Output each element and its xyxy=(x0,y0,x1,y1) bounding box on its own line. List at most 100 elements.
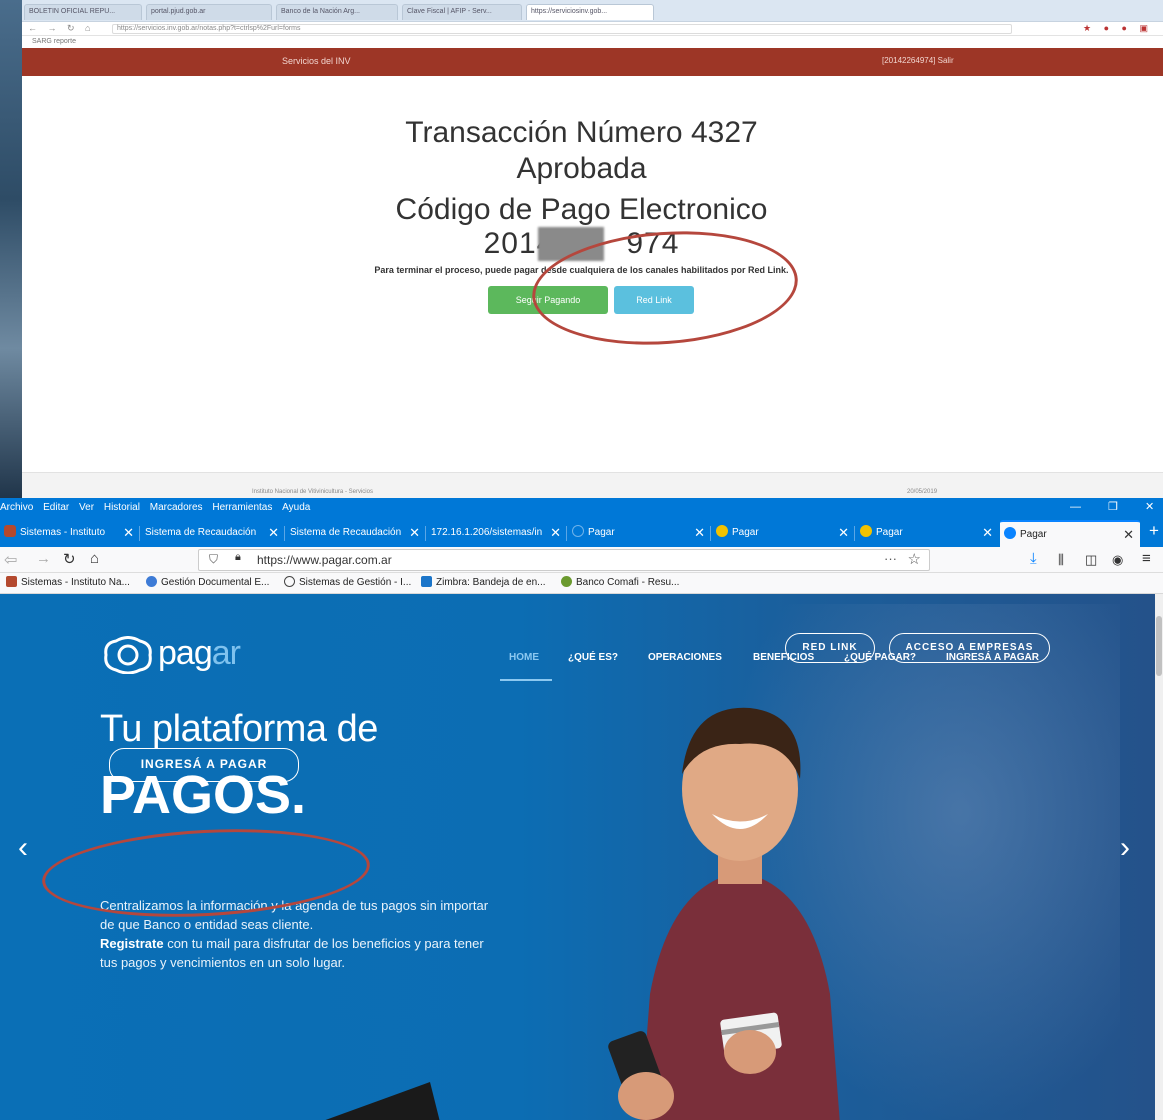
forward-icon[interactable]: → xyxy=(36,550,51,567)
nav-beneficios[interactable]: BENEFICIOS xyxy=(753,652,814,663)
bookmark-label: Banco Comafi - Resu... xyxy=(576,577,680,588)
browser-tab[interactable]: Pagar ✕ xyxy=(568,520,711,547)
bookmark-label: Sistemas - Instituto Na... xyxy=(21,577,130,588)
scrollbar-thumb[interactable] xyxy=(1156,616,1162,676)
document-icon xyxy=(146,576,157,587)
inv-icon xyxy=(6,576,17,587)
inv-tab[interactable]: Banco de la Nación Arg... xyxy=(276,4,398,20)
close-tab-icon[interactable]: ✕ xyxy=(694,520,705,546)
inv-footer-date: 20/05/2019 xyxy=(907,489,938,495)
minimize-button[interactable]: — xyxy=(1070,498,1081,517)
close-tab-icon[interactable]: ✕ xyxy=(838,520,849,546)
bookmark-item[interactable]: Zimbra: Bandeja de en... xyxy=(421,573,546,593)
tab-label: Sistema de Recaudación xyxy=(290,527,402,538)
link-icon xyxy=(860,525,872,537)
tab-strip: Sistemas - Instituto ✕ Sistema de Recauda… xyxy=(0,517,1163,547)
nav-bar: ⇦ → ↻ ⌂ ⛉ 🔒︎ https://www.pagar.com.ar ··… xyxy=(0,547,1163,573)
nav-ingresa-a-pagar[interactable]: INGRESÁ A PAGAR xyxy=(946,652,1039,663)
firefox-window: Archivo Editar Ver Historial Marcadores … xyxy=(0,498,1163,1120)
close-tab-icon[interactable]: ✕ xyxy=(1123,522,1134,547)
carousel-next-icon[interactable]: › xyxy=(1120,831,1130,865)
inv-tab[interactable]: BOLETIN OFICIAL REPU... xyxy=(24,4,142,20)
menu-archivo[interactable]: Archivo xyxy=(0,498,33,517)
tab-label: Pagar xyxy=(732,527,759,538)
close-tab-icon[interactable]: ✕ xyxy=(123,520,134,546)
scrollbar[interactable] xyxy=(1155,594,1163,1120)
library-icon[interactable]: ⫼ xyxy=(1058,552,1064,568)
tab-label: Sistema de Recaudación xyxy=(145,527,257,538)
zimbra-icon xyxy=(421,576,432,587)
close-tab-icon[interactable]: ✕ xyxy=(982,520,993,546)
inv-user-link[interactable]: [20142264974] Salir xyxy=(882,56,954,65)
new-tab-button[interactable]: + xyxy=(1149,521,1159,541)
browser-tab[interactable]: Pagar ✕ xyxy=(856,520,999,547)
browser-tab-active[interactable]: Pagar ✕ xyxy=(1000,520,1140,547)
menu-ayuda[interactable]: Ayuda xyxy=(282,498,310,517)
hero-title-light: Tu plataforma de xyxy=(100,708,378,750)
close-tab-icon[interactable]: ✕ xyxy=(409,520,420,546)
menu-herramientas[interactable]: Herramientas xyxy=(212,498,272,517)
desc-register: Registrate xyxy=(100,936,164,951)
pagar-logo[interactable]: pagar xyxy=(100,634,320,680)
menu-historial[interactable]: Historial xyxy=(104,498,140,517)
menu-icon[interactable]: ≡ xyxy=(1142,550,1151,567)
inv-bookmark[interactable]: SARG reporte xyxy=(22,36,1163,48)
back-icon[interactable]: ⇦ xyxy=(4,550,17,570)
inv-tab-active[interactable]: https://serviciosinv.gob... xyxy=(526,4,654,20)
reload-icon[interactable]: ↻ xyxy=(63,550,76,568)
nav-que-es[interactable]: ¿QUÉ ES? xyxy=(568,652,618,663)
menu-ver[interactable]: Ver xyxy=(79,498,94,517)
inv-extension-icons[interactable]: ★ ● ● ▣ xyxy=(1083,23,1153,34)
inv-nav-icons[interactable]: ← → ↻ ⌂ xyxy=(28,23,94,34)
nav-home[interactable]: HOME xyxy=(509,652,539,663)
menu-marcadores[interactable]: Marcadores xyxy=(150,498,203,517)
comafi-icon xyxy=(561,576,572,587)
transaction-status: Aprobada xyxy=(516,152,647,185)
globe-icon xyxy=(284,576,295,587)
nav-que-pagar[interactable]: ¿QUÉ PAGAR? xyxy=(844,652,916,663)
download-icon[interactable]: ⤓ xyxy=(1030,550,1037,567)
home-icon[interactable]: ⌂ xyxy=(90,550,99,567)
inv-url-field[interactable]: https://servicios.inv.gob.ar/notas.php?t… xyxy=(112,24,1012,34)
bookmark-item[interactable]: Sistemas - Instituto Na... xyxy=(6,573,130,593)
url-text[interactable]: https://www.pagar.com.ar xyxy=(257,553,392,567)
ingresa-a-pagar-button[interactable]: INGRESÁ A PAGAR xyxy=(109,748,299,782)
browser-tab[interactable]: Sistemas - Instituto ✕ xyxy=(0,520,140,547)
inv-screenshot: BOLETIN OFICIAL REPU... portal.pjud.gob.… xyxy=(0,0,1163,498)
logo-text: pag xyxy=(158,634,213,672)
pagar-icon xyxy=(1004,527,1016,539)
pagar-icon xyxy=(572,525,584,537)
bookmark-star-icon[interactable]: ☆ xyxy=(908,550,921,568)
lock-icon[interactable]: 🔒︎ xyxy=(235,551,241,564)
bookmark-label: Zimbra: Bandeja de en... xyxy=(436,577,546,588)
close-tab-icon[interactable]: ✕ xyxy=(550,520,561,546)
inv-service-title[interactable]: Servicios del INV xyxy=(282,56,351,66)
sidebar-icon[interactable]: ◫ xyxy=(1085,552,1097,568)
menu-editar[interactable]: Editar xyxy=(43,498,69,517)
browser-tab[interactable]: Sistema de Recaudación ✕ xyxy=(141,520,285,547)
inv-tab[interactable]: Clave Fiscal | AFIP - Serv... xyxy=(402,4,522,20)
bookmark-label: Sistemas de Gestión - I... xyxy=(299,577,412,588)
tab-label: Sistemas - Instituto xyxy=(20,527,106,538)
browser-tab[interactable]: Sistema de Recaudación ✕ xyxy=(286,520,426,547)
inv-icon xyxy=(4,525,16,537)
close-tab-icon[interactable]: ✕ xyxy=(268,520,279,546)
page-actions-icon[interactable]: ··· xyxy=(884,551,897,566)
tab-label: Pagar xyxy=(876,527,903,538)
url-bar[interactable]: ⛉ 🔒︎ https://www.pagar.com.ar ··· ☆ xyxy=(198,549,930,571)
bookmark-item[interactable]: Sistemas de Gestión - I... xyxy=(284,573,411,593)
shield-icon[interactable]: ⛉ xyxy=(209,552,218,567)
browser-tab[interactable]: Pagar ✕ xyxy=(712,520,855,547)
close-window-button[interactable]: ✕ xyxy=(1145,498,1154,517)
browser-tab[interactable]: 172.16.1.206/sistemas/in ✕ xyxy=(427,520,567,547)
nav-operaciones[interactable]: OPERACIONES xyxy=(648,652,722,663)
inv-tab[interactable]: portal.pjud.gob.ar xyxy=(146,4,272,20)
restore-button[interactable]: ❐ xyxy=(1108,498,1118,517)
bookmark-item[interactable]: Banco Comafi - Resu... xyxy=(561,573,679,593)
inv-header: Servicios del INV [20142264974] Salir xyxy=(22,48,1163,76)
carousel-prev-icon[interactable]: ‹ xyxy=(18,831,28,865)
account-icon[interactable]: ◉ xyxy=(1112,552,1123,568)
bookmark-item[interactable]: Gestión Documental E... xyxy=(146,573,269,593)
inv-footer-text: Instituto Nacional de Vitivinicultura - … xyxy=(252,489,373,495)
tab-label: Pagar xyxy=(1020,529,1047,540)
